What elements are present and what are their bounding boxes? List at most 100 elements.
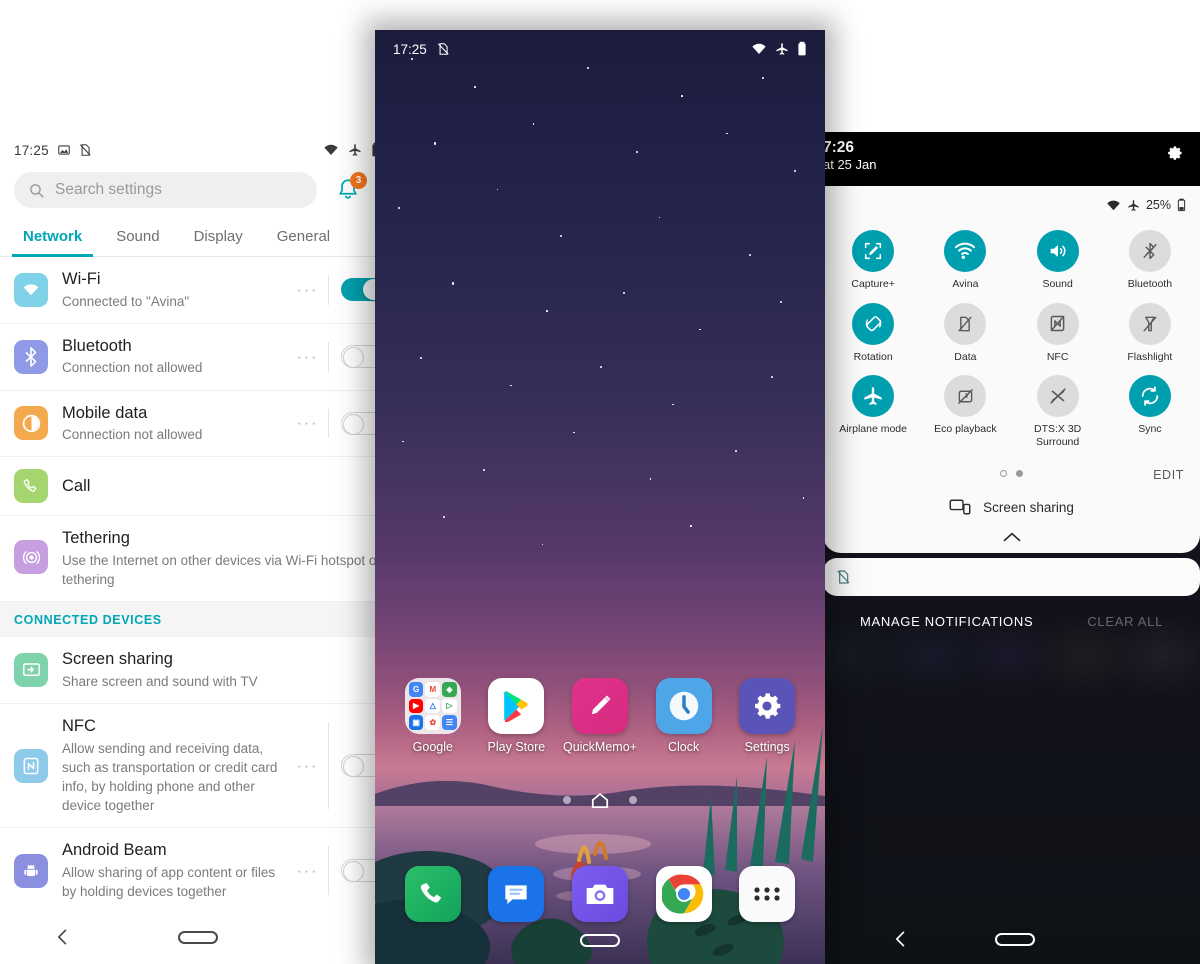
search-settings-input[interactable]: Search settings bbox=[14, 172, 317, 208]
bluetooth-icon bbox=[14, 339, 48, 374]
row-text: Mobile data Connection not allowed bbox=[62, 403, 287, 445]
tab-display[interactable]: Display bbox=[177, 218, 260, 256]
app-clock[interactable]: Clock bbox=[644, 678, 724, 754]
page-indicator bbox=[375, 792, 825, 808]
clear-all-button[interactable]: CLEAR ALL bbox=[1087, 614, 1163, 629]
settings-button[interactable] bbox=[1165, 143, 1184, 167]
row-text: Android Beam Allow sharing of app conten… bbox=[62, 840, 287, 901]
battery-icon bbox=[1177, 198, 1186, 212]
qs-tile-capture-plus[interactable]: Capture+ bbox=[827, 228, 919, 297]
pager-dot-1[interactable] bbox=[1000, 470, 1007, 478]
tab-network[interactable]: Network bbox=[6, 218, 99, 257]
android-icon bbox=[14, 853, 48, 888]
row-text: Tethering Use the Internet on other devi… bbox=[62, 528, 385, 589]
row-more-button[interactable]: ··· bbox=[287, 861, 328, 881]
play-store-icon bbox=[488, 678, 545, 734]
no-sim-icon bbox=[837, 570, 850, 584]
clock-date: at 25 Jan bbox=[823, 157, 877, 173]
qs-tile-dtsx[interactable]: DTS:X 3D Surround bbox=[1012, 373, 1104, 454]
screen-sharing-button[interactable]: Screen sharing bbox=[823, 497, 1200, 517]
dock-app-phone[interactable] bbox=[393, 866, 473, 922]
table-row[interactable]: Call bbox=[0, 457, 395, 517]
row-more-button[interactable]: ··· bbox=[287, 347, 328, 367]
navigation-bar bbox=[0, 910, 395, 964]
no-sim-icon bbox=[437, 43, 449, 55]
tab-general[interactable]: General bbox=[260, 218, 347, 256]
app-label: Clock bbox=[667, 740, 700, 754]
clock-widget[interactable]: 7:26 at 25 Jan bbox=[823, 139, 877, 173]
row-text: Screen sharing Share screen and sound wi… bbox=[62, 649, 385, 691]
qs-tile-label: Flashlight bbox=[1127, 350, 1173, 363]
status-bar: 17:25 bbox=[0, 132, 395, 168]
row-subtitle: Allow sending and receiving data, such a… bbox=[62, 740, 278, 814]
quick-settings-pager: EDIT bbox=[823, 468, 1200, 482]
home-apps-row-1: G M ◈ ▶ △ ▷ ▣ ✿ ☰ Google Play Store Quic… bbox=[375, 678, 825, 754]
qs-tile-rotation[interactable]: Rotation bbox=[827, 301, 919, 370]
row-more-button[interactable]: ··· bbox=[287, 756, 328, 776]
table-row[interactable]: Bluetooth Connection not allowed ··· bbox=[0, 324, 395, 391]
qs-tile-bluetooth[interactable]: Bluetooth bbox=[1104, 228, 1196, 297]
qs-tile-sound[interactable]: Sound bbox=[1012, 228, 1104, 297]
notification-card[interactable] bbox=[823, 558, 1200, 597]
home-icon[interactable] bbox=[591, 792, 609, 808]
table-row[interactable]: NFC Allow sending and receiving data, su… bbox=[0, 704, 395, 829]
qs-tile-eco-playback[interactable]: Eco playback bbox=[919, 373, 1011, 454]
edit-button[interactable]: EDIT bbox=[1153, 468, 1184, 482]
row-more-button[interactable]: ··· bbox=[287, 280, 328, 300]
flashlight-off-icon bbox=[1128, 302, 1171, 345]
qs-tile-sync[interactable]: Sync bbox=[1104, 373, 1196, 454]
wifi-icon bbox=[752, 43, 766, 54]
app-google-folder[interactable]: G M ◈ ▶ △ ▷ ▣ ✿ ☰ Google bbox=[393, 678, 473, 754]
qs-tile-data[interactable]: Data bbox=[919, 301, 1011, 370]
app-quickmemo[interactable]: QuickMemo+ bbox=[560, 678, 640, 754]
divider bbox=[328, 722, 329, 810]
manage-notifications-button[interactable]: MANAGE NOTIFICATIONS bbox=[860, 614, 1033, 629]
home-pill-icon[interactable] bbox=[177, 930, 218, 944]
table-row[interactable]: Screen sharing Share screen and sound wi… bbox=[0, 637, 395, 705]
table-row[interactable]: Tethering Use the Internet on other devi… bbox=[0, 516, 395, 603]
notification-badge: 3 bbox=[350, 172, 367, 189]
app-play-store[interactable]: Play Store bbox=[476, 678, 556, 754]
wifi-icon bbox=[324, 144, 338, 155]
qs-tile-wifi[interactable]: Avina bbox=[919, 228, 1011, 297]
back-icon[interactable] bbox=[891, 929, 911, 949]
notifications-button[interactable]: 3 bbox=[335, 172, 367, 203]
divider bbox=[328, 408, 329, 439]
qs-tile-nfc[interactable]: NFC bbox=[1012, 301, 1104, 370]
app-label: Settings bbox=[744, 740, 790, 754]
page-dot-2[interactable] bbox=[629, 796, 637, 804]
page-dot-1[interactable] bbox=[563, 796, 571, 804]
image-icon bbox=[58, 145, 70, 155]
dock-app-camera[interactable] bbox=[560, 866, 640, 922]
pager-dot-2[interactable] bbox=[1016, 470, 1023, 478]
table-row[interactable]: Android Beam Allow sharing of app conten… bbox=[0, 828, 395, 915]
search-icon bbox=[30, 183, 44, 198]
back-icon[interactable] bbox=[53, 927, 73, 947]
table-row[interactable]: Mobile data Connection not allowed ··· bbox=[0, 391, 395, 458]
status-bar-time: 17:25 bbox=[393, 41, 427, 57]
settings-gear-icon bbox=[739, 678, 796, 734]
row-title: Wi-Fi bbox=[62, 270, 101, 288]
tab-sound[interactable]: Sound bbox=[99, 218, 176, 256]
row-more-button[interactable]: ··· bbox=[287, 413, 328, 433]
row-subtitle: Connection not allowed bbox=[62, 427, 203, 443]
qs-tile-label: NFC bbox=[1046, 350, 1069, 363]
collapse-panel-button[interactable] bbox=[823, 531, 1200, 543]
home-pill-icon[interactable] bbox=[580, 933, 620, 947]
row-subtitle: Connected to "Avina" bbox=[62, 293, 190, 309]
row-title: Call bbox=[62, 477, 91, 496]
home-pill-icon[interactable] bbox=[995, 932, 1035, 946]
qs-tile-flashlight[interactable]: Flashlight bbox=[1104, 301, 1196, 370]
dock-app-messages[interactable] bbox=[476, 866, 556, 922]
battery-percentage: 25% bbox=[1145, 198, 1171, 212]
app-settings[interactable]: Settings bbox=[727, 678, 807, 754]
divider bbox=[328, 275, 329, 305]
row-subtitle: Use the Internet on other devices via Wi… bbox=[62, 552, 381, 588]
qs-tile-label: Bluetooth bbox=[1127, 278, 1173, 290]
home-screen-phone: 17:25 G M ◈ ▶ △ ▷ ▣ ✿ ☰ Google Play Stor… bbox=[375, 30, 825, 964]
row-title: Screen sharing bbox=[62, 650, 173, 669]
table-row[interactable]: Wi-Fi Connected to "Avina" ··· bbox=[0, 257, 395, 324]
dock-app-drawer[interactable] bbox=[727, 866, 807, 922]
dock-app-chrome[interactable] bbox=[644, 866, 724, 922]
qs-tile-airplane-mode[interactable]: Airplane mode bbox=[827, 373, 919, 454]
